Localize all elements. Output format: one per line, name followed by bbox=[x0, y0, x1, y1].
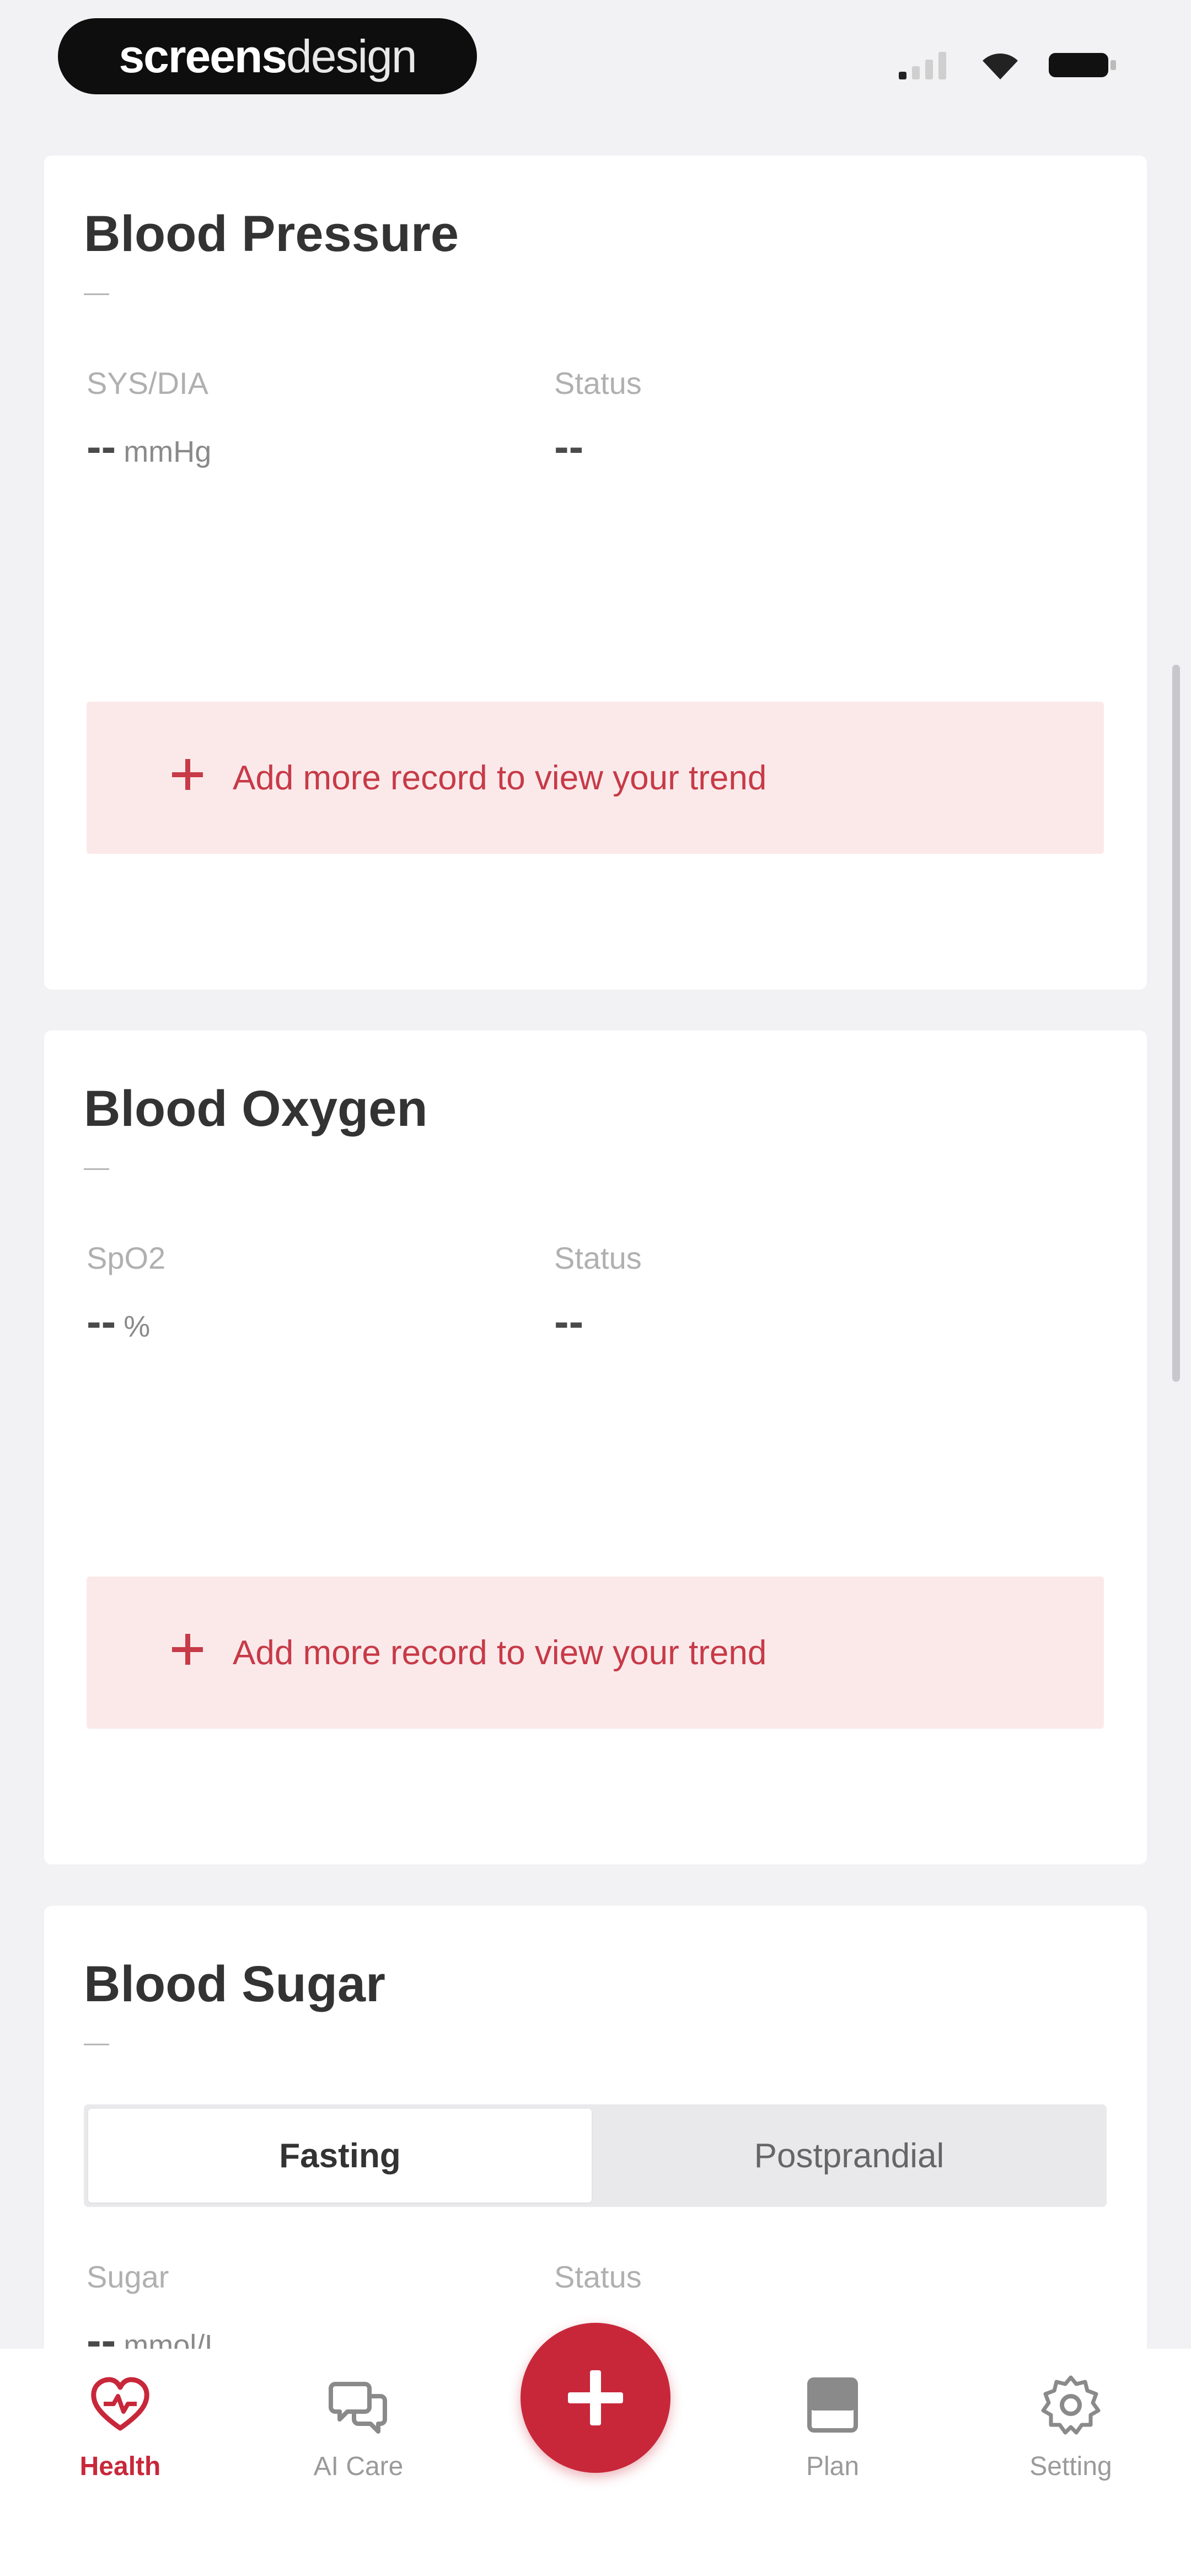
blood-pressure-card: Blood Pressure — SYS/DIA -- mmHg Status -… bbox=[44, 156, 1147, 990]
add-record-trend-button[interactable]: Add more record to view your trend bbox=[87, 1576, 1104, 1729]
card-subtitle: — bbox=[84, 277, 109, 306]
add-record-trend-button[interactable]: Add more record to view your trend bbox=[87, 702, 1104, 854]
signal-icon bbox=[899, 52, 946, 79]
tab-label: Health bbox=[79, 2452, 161, 2481]
scrollbar[interactable] bbox=[1172, 665, 1180, 1382]
status-bar: screens design bbox=[0, 0, 1191, 132]
tab-health[interactable]: Health bbox=[37, 2349, 203, 2536]
blood-oxygen-card: Blood Oxygen — SpO2 --% Status -- Add mo… bbox=[44, 1030, 1147, 1864]
spo2-label: SpO2 bbox=[87, 1241, 166, 1275]
card-title: Blood Oxygen bbox=[84, 1081, 428, 1137]
tab-ai-care[interactable]: AI Care bbox=[276, 2349, 441, 2536]
trend-button-label: Add more record to view your trend bbox=[233, 758, 767, 797]
spo2-value: --% bbox=[87, 1296, 150, 1347]
status-value: -- bbox=[554, 1297, 584, 1346]
card-title: Blood Pressure bbox=[84, 206, 459, 262]
spo2-number: -- bbox=[87, 1297, 116, 1346]
plan-icon bbox=[807, 2377, 858, 2433]
spo2-unit: % bbox=[124, 1310, 151, 1343]
tab-plan[interactable]: Plan bbox=[750, 2349, 915, 2536]
heart-pulse-icon bbox=[91, 2377, 149, 2431]
status-icons bbox=[898, 49, 1119, 82]
segment-fasting[interactable]: Fasting bbox=[88, 2109, 592, 2203]
tab-label: Plan bbox=[806, 2452, 860, 2481]
trend-button-label: Add more record to view your trend bbox=[233, 1633, 767, 1672]
sys-dia-number: -- bbox=[87, 422, 116, 471]
status-label: Status bbox=[554, 1241, 642, 1275]
card-subtitle: — bbox=[84, 1152, 109, 1181]
logo-text-light: design bbox=[286, 30, 417, 82]
battery-icon bbox=[1049, 53, 1116, 77]
plus-icon bbox=[172, 1634, 203, 1665]
tab-setting[interactable]: Setting bbox=[988, 2349, 1154, 2536]
sys-dia-label: SYS/DIA bbox=[87, 366, 208, 400]
gear-icon bbox=[1041, 2375, 1101, 2435]
plus-icon bbox=[172, 759, 203, 790]
sys-dia-unit: mmHg bbox=[124, 435, 212, 468]
home-indicator-area bbox=[0, 2559, 1191, 2576]
sugar-label: Sugar bbox=[87, 2259, 169, 2294]
status-label: Status bbox=[554, 366, 642, 400]
tab-label: Setting bbox=[1029, 2452, 1112, 2481]
wifi-icon bbox=[983, 54, 1018, 79]
chat-bubble-icon bbox=[329, 2382, 387, 2434]
meal-timing-segmented-control: Fasting Postprandial bbox=[84, 2104, 1107, 2207]
card-subtitle: — bbox=[84, 2028, 109, 2056]
sys-dia-value: -- mmHg bbox=[87, 421, 211, 472]
card-title: Blood Sugar bbox=[84, 1956, 385, 2012]
segment-postprandial[interactable]: Postprandial bbox=[596, 2109, 1102, 2203]
logo-text-bold: screens bbox=[119, 30, 287, 82]
screensdesign-logo: screens design bbox=[58, 18, 477, 94]
tab-label: AI Care bbox=[313, 2452, 404, 2481]
status-value: -- bbox=[554, 422, 584, 471]
add-record-fab[interactable] bbox=[521, 2323, 670, 2473]
status-label: Status bbox=[554, 2259, 642, 2294]
